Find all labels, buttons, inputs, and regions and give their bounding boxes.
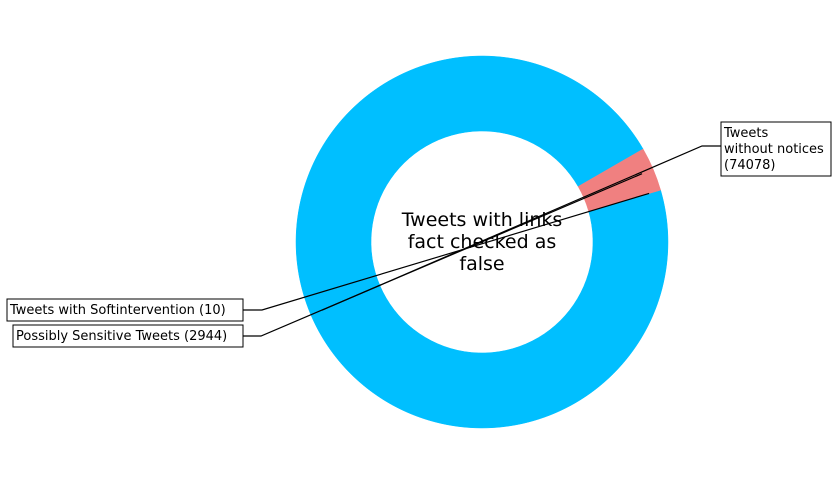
- donut-chart: Tweets without notices (74078)Tweets with …: [6, 55, 832, 429]
- slice-label-2: Possibly Sensitive Tweets (2944): [16, 329, 227, 344]
- chart-canvas: Tweets without notices (74078) Tweets with …: [0, 0, 840, 484]
- slice-label-1: Tweets with Softintervention (10): [9, 303, 226, 318]
